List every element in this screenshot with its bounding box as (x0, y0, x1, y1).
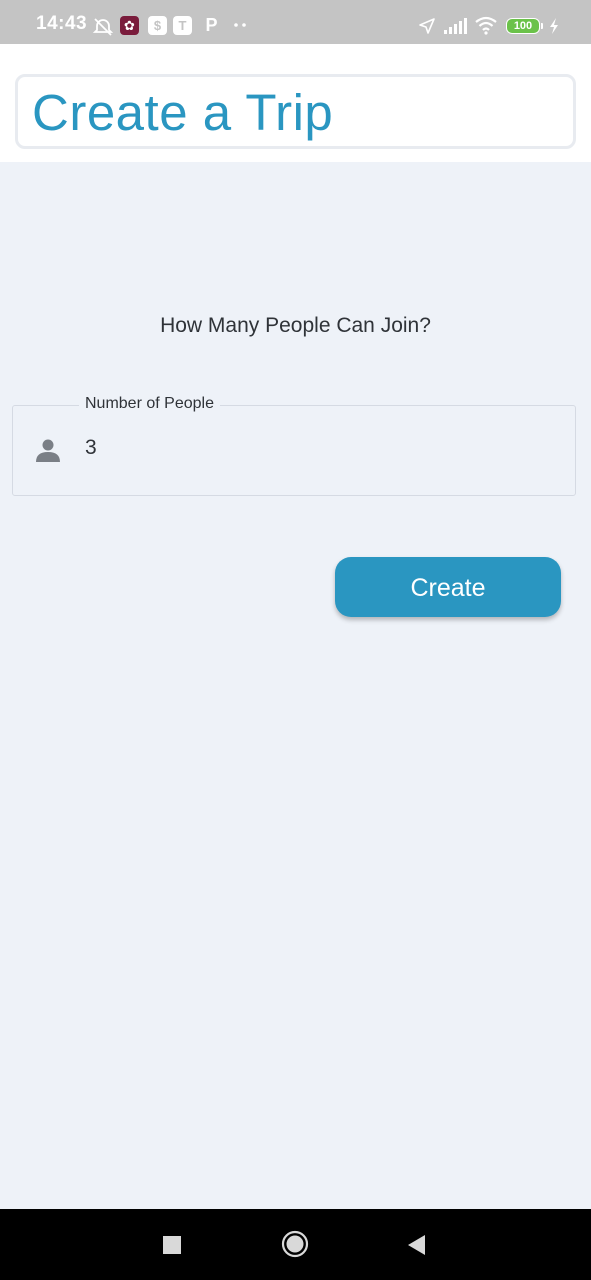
person-icon (34, 436, 62, 464)
battery-icon: 100 (506, 18, 543, 34)
status-bar: 14:43 ✿ $ T P 100 (0, 0, 591, 44)
charging-icon (548, 17, 560, 37)
dollar-app-icon: $ (148, 16, 167, 35)
navigation-bar (0, 1209, 591, 1280)
page-title: Create a Trip (32, 84, 334, 141)
recents-square-icon[interactable] (162, 1235, 182, 1260)
p-app-icon: P (205, 15, 218, 35)
cellular-signal-icon (443, 17, 467, 37)
header: Create a Trip (0, 44, 591, 162)
more-dots-icon (233, 22, 247, 42)
back-triangle-icon[interactable] (405, 1233, 427, 1262)
number-of-people-input[interactable]: 3 (85, 436, 97, 460)
location-icon (418, 17, 436, 37)
app-icon: ✿ (120, 16, 139, 35)
alarm-off-icon (92, 16, 114, 36)
home-circle-icon[interactable] (281, 1230, 309, 1263)
teams-icon: T (173, 16, 192, 35)
status-time: 14:43 (36, 13, 88, 34)
question-text: How Many People Can Join? (160, 314, 431, 337)
title-box: Create a Trip (15, 74, 576, 149)
wifi-icon (474, 15, 498, 35)
field-label: Number of People (79, 395, 220, 413)
create-button[interactable]: Create (335, 557, 561, 617)
number-of-people-field[interactable]: Number of People 3 (12, 395, 576, 496)
